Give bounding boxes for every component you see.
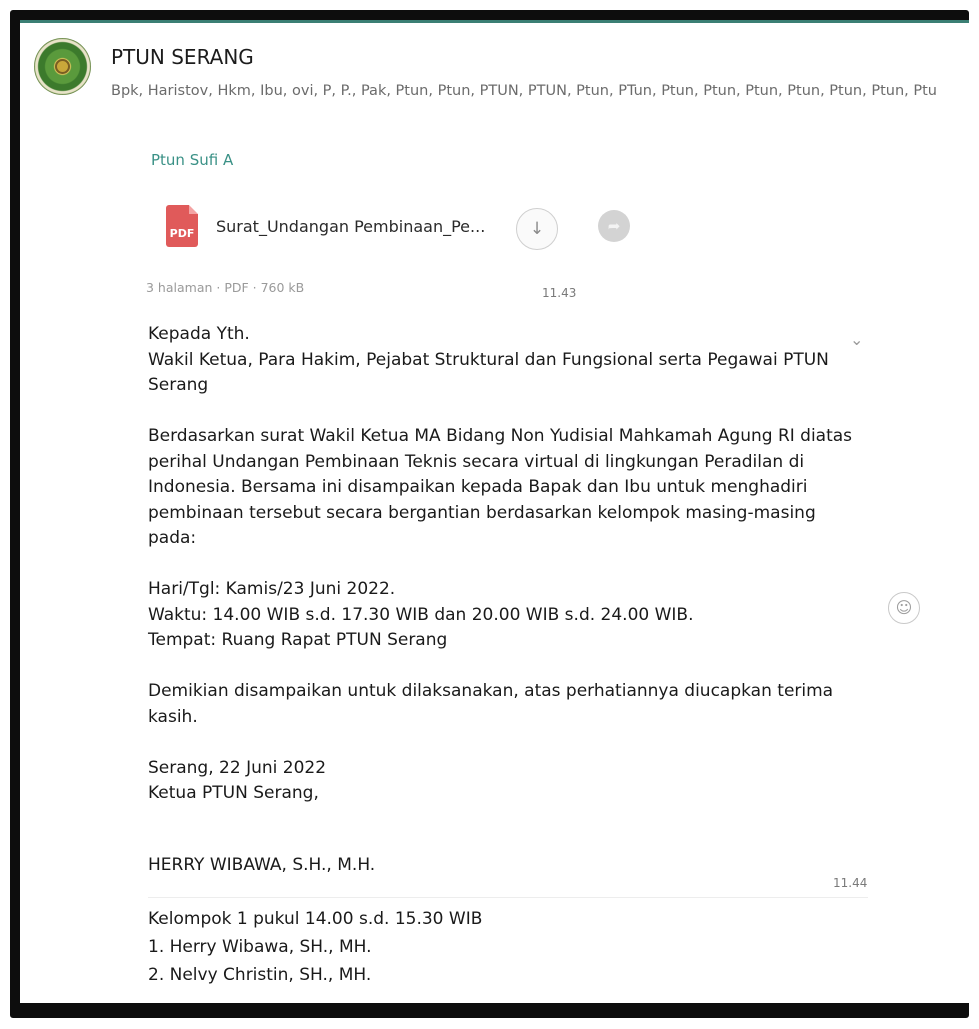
message-line: Kepada Yth. xyxy=(148,324,250,344)
download-arrow-icon[interactable]: ↓ xyxy=(516,208,558,250)
emoji-react-icon[interactable]: ☺ xyxy=(888,592,920,624)
message-text: Kelompok 1 pukul 14.00 s.d. 15.30 WIB 1.… xyxy=(148,905,482,989)
message-line: Serang, 22 Juni 2022 xyxy=(148,757,327,778)
message-line: 2. Nelvy Christin, SH., MH. xyxy=(148,965,372,985)
group-avatar[interactable] xyxy=(34,38,91,95)
chat-members: Bpk, Haristov, Hkm, Ibu, ovi, P, P., Pak… xyxy=(111,83,937,99)
message-timestamp: 11.43 xyxy=(542,286,577,300)
document-meta: 3 halaman · PDF · 760 kB xyxy=(146,280,305,295)
pdf-file-icon: PDF xyxy=(166,205,198,247)
message-timestamp: 11.44 xyxy=(833,876,868,890)
message-line: Waktu: 14.00 WIB s.d. 17.30 WIB dan 20.0… xyxy=(148,604,694,625)
chat-screen: PTUN SERANG Bpk, Haristov, Hkm, Ibu, ovi… xyxy=(20,20,969,1003)
document-attachment[interactable]: PDF Surat_Undangan Pembinaan_Pe... ↓ ➦ xyxy=(166,203,630,263)
message-line: Wakil Ketua, Para Hakim, Pejabat Struktu… xyxy=(148,349,829,396)
chat-title: PTUN SERANG xyxy=(111,45,254,69)
message-line: Ketua PTUN Serang, xyxy=(148,783,319,803)
message-line: Tempat: Ruang Rapat PTUN Serang xyxy=(148,630,448,650)
message-signature: HERRY WIBAWA, S.H., M.H. xyxy=(148,855,376,875)
chat-header[interactable]: PTUN SERANG Bpk, Haristov, Hkm, Ibu, ovi… xyxy=(20,23,969,123)
document-filename[interactable]: Surat_Undangan Pembinaan_Pe... xyxy=(216,217,485,236)
message-line: 1. Herry Wibawa, SH., MH. xyxy=(148,937,372,957)
message-text: Kepada Yth. Wakil Ketua, Para Hakim, Pej… xyxy=(148,322,868,807)
message-line: Hari/Tgl: Kamis/23 Juni 2022. xyxy=(148,579,396,599)
message-divider xyxy=(148,897,868,898)
message-line: Kelompok 1 pukul 14.00 s.d. 15.30 WIB xyxy=(148,909,483,929)
message-sender[interactable]: Ptun Sufi A xyxy=(151,151,233,169)
forward-share-icon[interactable]: ➦ xyxy=(598,210,630,242)
message-line: Demikian disampaikan untuk dilaksanakan,… xyxy=(148,681,834,727)
message-paragraph: Berdasarkan surat Wakil Ketua MA Bidang … xyxy=(148,426,853,548)
